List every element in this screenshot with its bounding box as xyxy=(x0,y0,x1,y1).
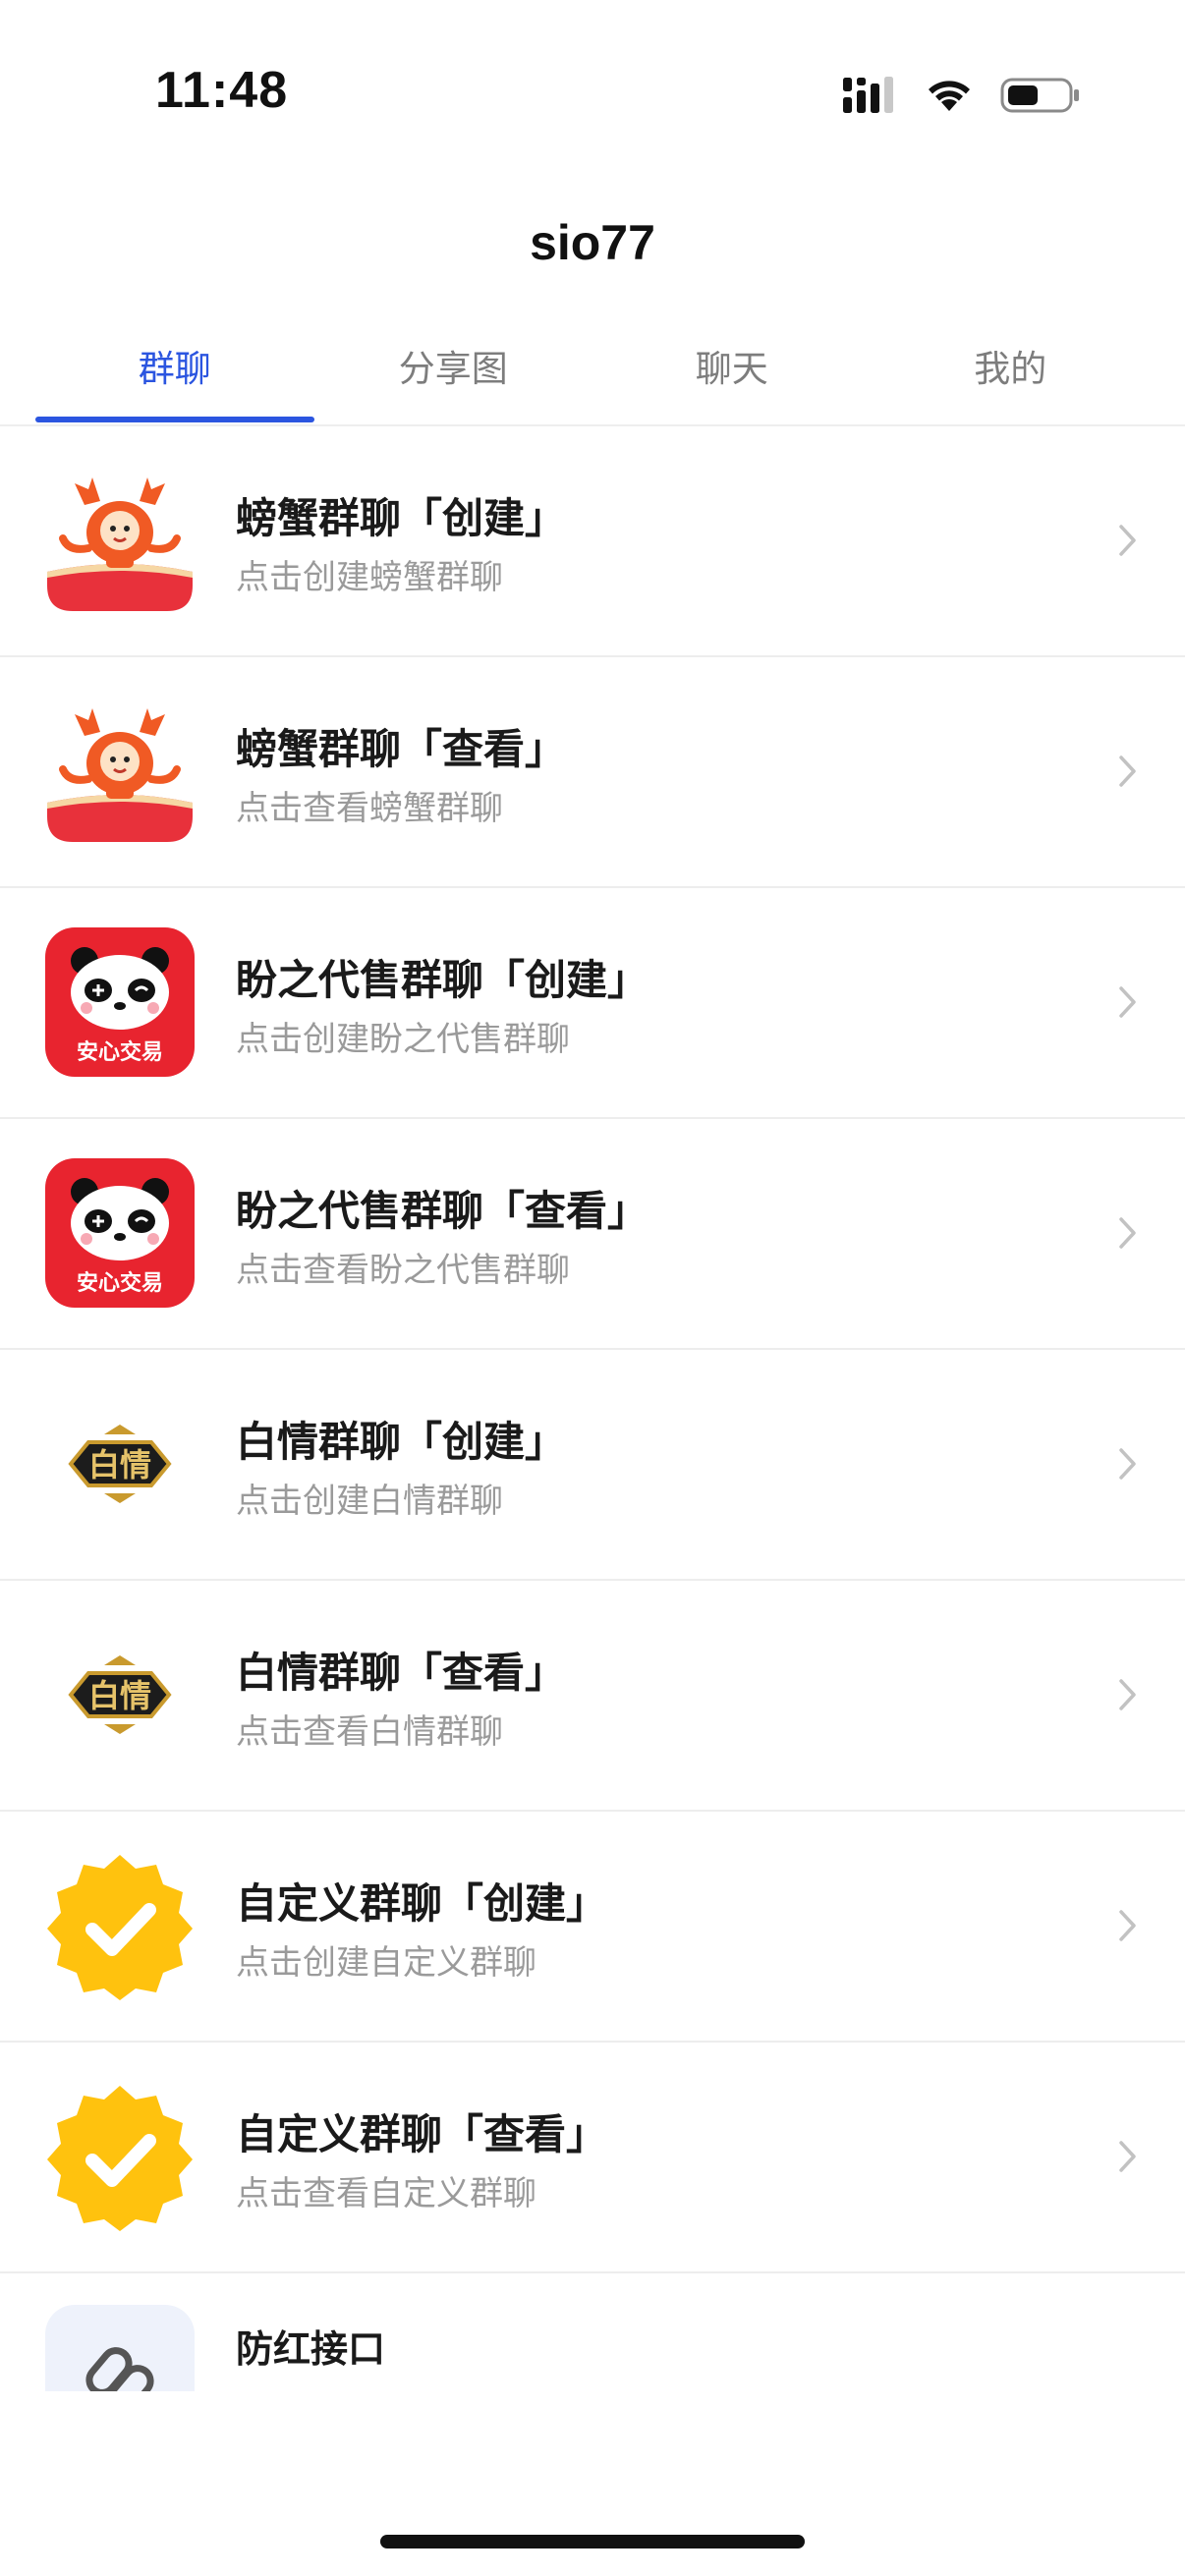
tab-mine[interactable]: 我的 xyxy=(872,324,1151,422)
tab-bar: 群聊 分享图 聊天 我的 xyxy=(35,324,1150,422)
tab-label: 群聊 xyxy=(138,348,211,390)
item-subtitle: 点击创建自定义群聊 xyxy=(236,1943,536,1983)
item-subtitle: 点击创建盼之代售群聊 xyxy=(236,1020,570,1059)
list-item-panzhi-view[interactable]: 安心交易 盼之代售群聊「查看」 点击查看盼之代售群聊 xyxy=(0,1119,1185,1350)
item-title: 自定义群聊「查看」 xyxy=(236,2110,608,2158)
chevron-right-icon xyxy=(1119,1910,1136,1941)
crab-mascot-icon xyxy=(47,708,193,842)
chevron-right-icon xyxy=(1119,525,1136,556)
tab-label: 分享图 xyxy=(398,348,508,390)
item-title: 螃蟹群聊「创建」 xyxy=(236,494,567,542)
item-title: 白情群聊「创建」 xyxy=(236,1418,567,1466)
chevron-right-icon xyxy=(1119,1679,1136,1710)
status-icons xyxy=(841,73,1081,118)
tab-chat[interactable]: 聊天 xyxy=(592,324,872,422)
link-icon xyxy=(45,2305,195,2391)
section-title: 防红接口 xyxy=(236,2327,386,2371)
list-item-custom-create[interactable]: 自定义群聊「创建」 点击创建自定义群聊 xyxy=(0,1812,1185,2043)
item-subtitle: 点击查看白情群聊 xyxy=(236,1712,503,1752)
baiqing-logo-text: 白情 xyxy=(88,1446,151,1484)
item-subtitle: 点击查看自定义群聊 xyxy=(236,2174,536,2213)
list-item-custom-view[interactable]: 自定义群聊「查看」 点击查看自定义群聊 xyxy=(0,2043,1185,2273)
item-subtitle: 点击查看螃蟹群聊 xyxy=(236,789,503,828)
chevron-right-icon xyxy=(1119,1448,1136,1480)
panda-badge-text: 安心交易 xyxy=(77,1039,163,1065)
status-bar: 11:48 xyxy=(0,0,1185,187)
list-item-baiqing-view[interactable]: 白情 白情群聊「查看」 点击查看白情群聊 xyxy=(0,1581,1185,1812)
item-title: 盼之代售群聊「查看」 xyxy=(236,1187,649,1235)
cellular-signal-icon xyxy=(843,77,893,113)
tab-group-chat[interactable]: 群聊 xyxy=(35,324,314,422)
tab-label: 聊天 xyxy=(695,348,768,390)
item-title: 盼之代售群聊「创建」 xyxy=(236,956,649,1004)
panda-badge-text: 安心交易 xyxy=(77,1270,163,1296)
item-subtitle: 点击查看盼之代售群聊 xyxy=(236,1251,570,1290)
active-tab-indicator xyxy=(35,417,314,422)
tab-share-image[interactable]: 分享图 xyxy=(314,324,593,422)
group-chat-list: 螃蟹群聊「创建」 点击创建螃蟹群聊 螃蟹群聊「查看」 点击查看螃蟹群聊 安心交易… xyxy=(0,426,1185,2391)
baiqing-logo-icon: 白情 xyxy=(68,1655,172,1734)
chevron-right-icon xyxy=(1119,756,1136,787)
home-indicator[interactable] xyxy=(380,2535,805,2548)
panda-logo-icon: 安心交易 xyxy=(45,1158,195,1308)
verified-badge-icon xyxy=(47,1855,193,2000)
panda-logo-icon: 安心交易 xyxy=(45,927,195,1077)
list-item-crab-create[interactable]: 螃蟹群聊「创建」 点击创建螃蟹群聊 xyxy=(0,426,1185,657)
status-time: 11:48 xyxy=(155,62,289,119)
baiqing-logo-text: 白情 xyxy=(88,1677,151,1714)
tab-label: 我的 xyxy=(974,348,1047,390)
crab-mascot-icon xyxy=(47,477,193,611)
item-title: 螃蟹群聊「查看」 xyxy=(236,725,567,773)
baiqing-logo-icon: 白情 xyxy=(68,1425,172,1503)
chevron-right-icon xyxy=(1119,986,1136,1018)
list-item-baiqing-create[interactable]: 白情 白情群聊「创建」 点击创建白情群聊 xyxy=(0,1350,1185,1581)
chevron-right-icon xyxy=(1119,2141,1136,2172)
battery-icon xyxy=(1000,78,1079,113)
anti-red-interface-section: 防红接口 xyxy=(0,2273,1185,2391)
list-item-crab-view[interactable]: 螃蟹群聊「查看」 点击查看螃蟹群聊 xyxy=(0,657,1185,888)
chevron-right-icon xyxy=(1119,1217,1136,1249)
page-title: sio77 xyxy=(530,215,655,270)
item-title: 白情群聊「查看」 xyxy=(236,1649,567,1697)
bottom-safe-area xyxy=(0,2393,1185,2576)
item-subtitle: 点击创建白情群聊 xyxy=(236,1482,503,1521)
item-subtitle: 点击创建螃蟹群聊 xyxy=(236,558,503,597)
wifi-icon xyxy=(929,81,970,111)
item-title: 自定义群聊「创建」 xyxy=(236,1879,608,1928)
list-item-panzhi-create[interactable]: 安心交易 盼之代售群聊「创建」 点击创建盼之代售群聊 xyxy=(0,888,1185,1119)
verified-badge-icon xyxy=(47,2086,193,2231)
screen: 11:48 sio77 群聊 分享图 聊天 我的 螃蟹群聊「创建」 点击创建螃蟹… xyxy=(0,0,1185,2576)
